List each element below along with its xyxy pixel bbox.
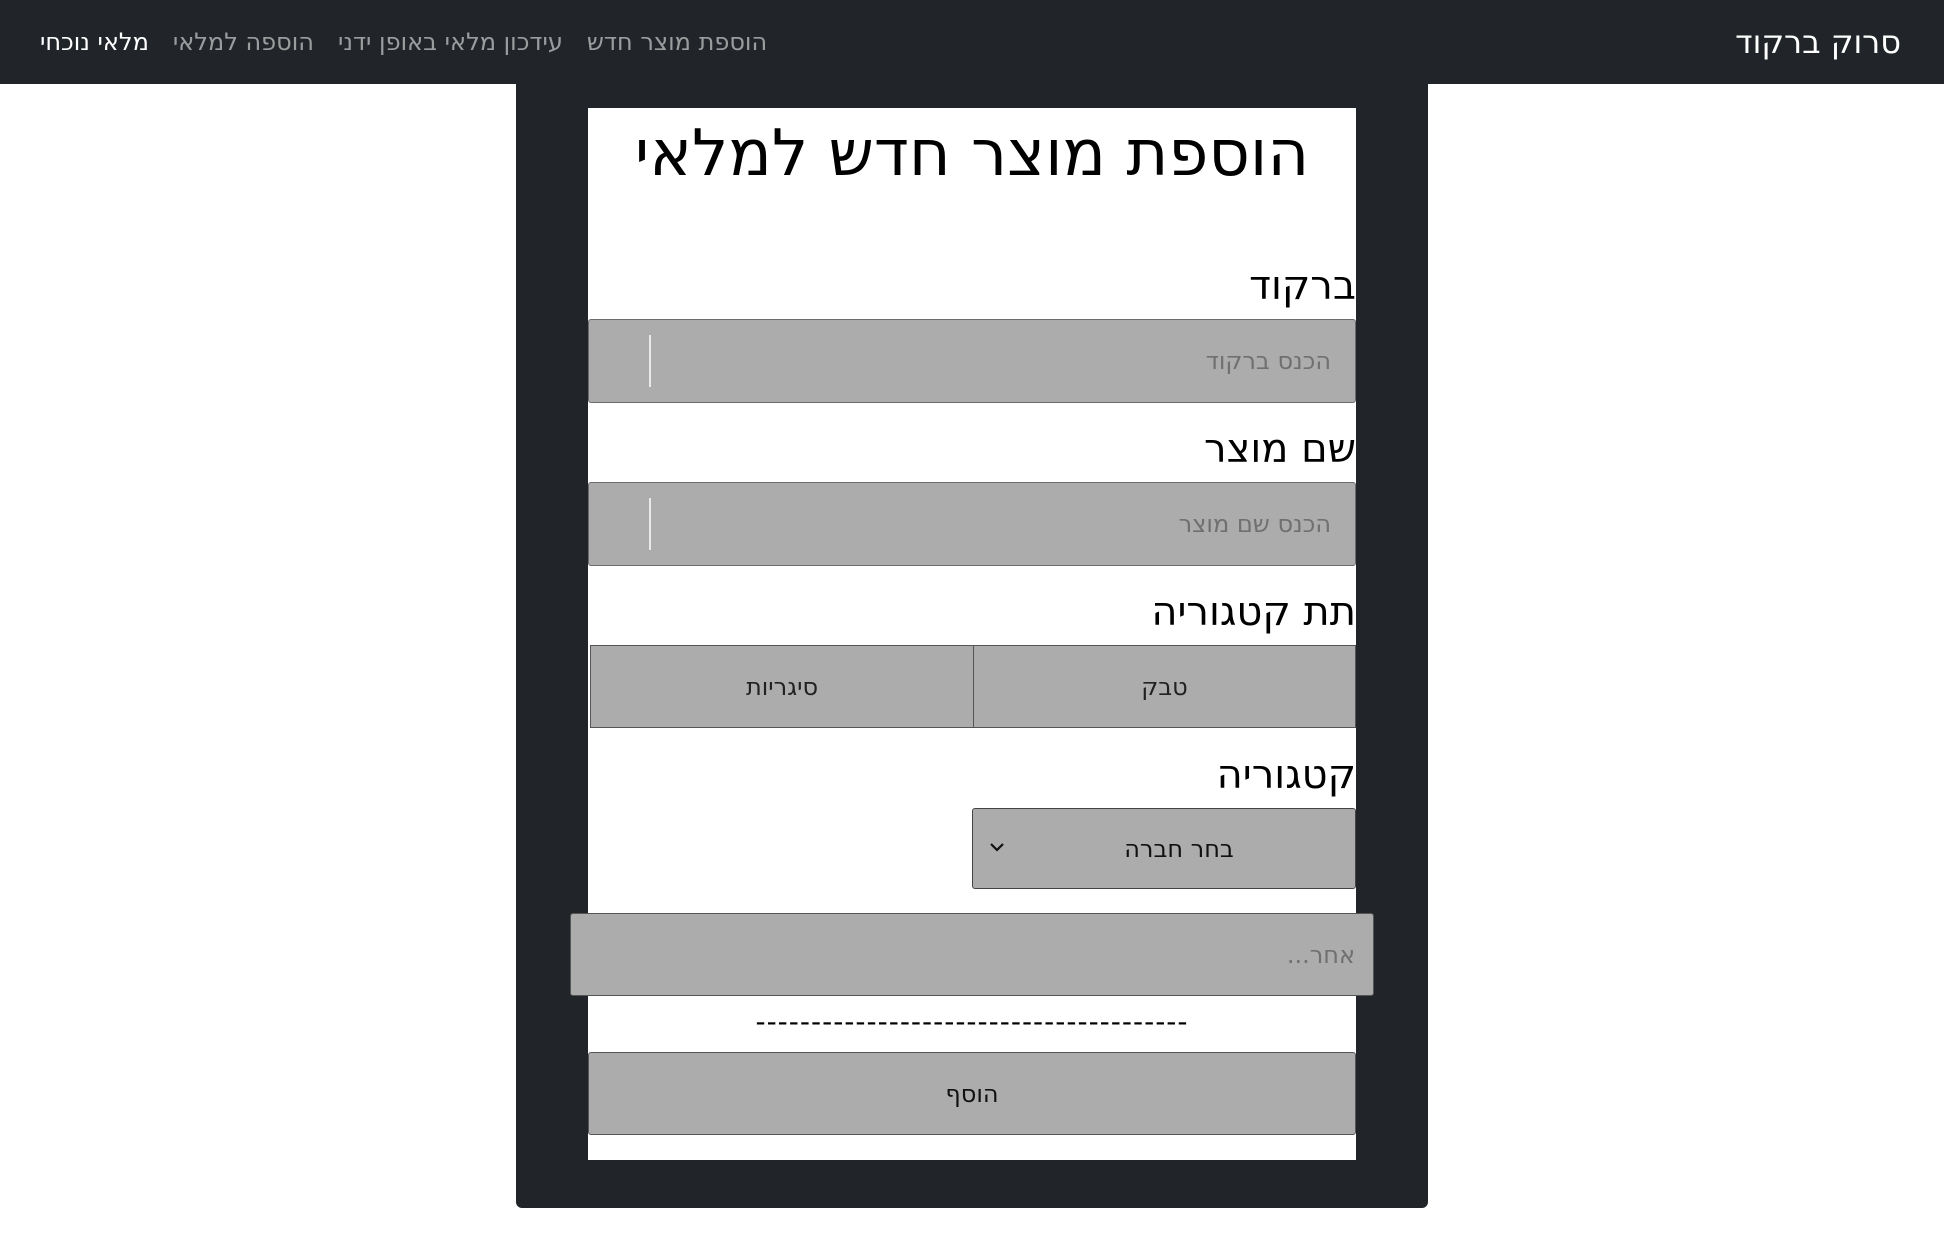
navbar-brand[interactable]: סרוק ברקוד	[1735, 0, 1901, 84]
divider-text: ---------------------------------------	[755, 1005, 1189, 1038]
product-name-input[interactable]	[588, 482, 1356, 566]
nav-links: מלאי נוכחי הוספה למלאי עידכון מלאי באופן…	[28, 0, 779, 84]
nav-link-manual-update[interactable]: עידכון מלאי באופן ידני	[326, 0, 575, 84]
other-input[interactable]	[570, 913, 1374, 996]
product-name-input-caret	[649, 498, 651, 550]
top-navbar: סרוק ברקוד מלאי נוכחי הוספה למלאי עידכון…	[0, 0, 1944, 84]
barcode-input[interactable]	[588, 319, 1356, 403]
category-select-value: בחר חברה	[1124, 835, 1234, 863]
chevron-down-icon	[990, 843, 1004, 852]
category-label: קטגוריה	[1216, 752, 1356, 798]
add-button[interactable]: הוסף	[588, 1052, 1356, 1135]
barcode-input-caret	[649, 335, 651, 387]
product-name-label: שם מוצר	[1204, 426, 1356, 472]
subcategory-option-tobacco[interactable]: טבק	[973, 645, 1356, 728]
nav-link-current-inventory[interactable]: מלאי נוכחי	[28, 0, 161, 84]
nav-link-add-to-inventory[interactable]: הוספה למלאי	[161, 0, 326, 84]
barcode-label: ברקוד	[1249, 263, 1356, 309]
category-select[interactable]: בחר חברה	[972, 808, 1356, 889]
nav-link-add-new-product[interactable]: הוספת מוצר חדש	[575, 0, 779, 84]
subcategory-option-cigarettes[interactable]: סיגריות	[590, 645, 974, 728]
subcategory-label: תת קטגוריה	[1151, 589, 1356, 635]
page-title: הוספת מוצר חדש למלאי	[634, 117, 1310, 191]
